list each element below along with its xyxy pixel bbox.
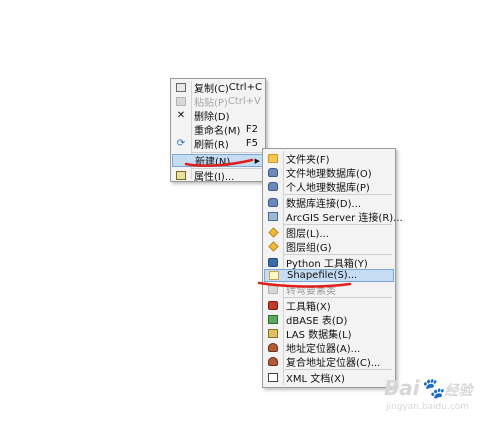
menu-item-label: dBASE 表(D) <box>286 316 348 327</box>
submenu-item-turn-feature-class[interactable]: 转弯要素类 <box>264 283 394 297</box>
menu-item-paste[interactable]: 粘贴(P) Ctrl+V <box>172 95 264 109</box>
properties-icon <box>172 169 190 182</box>
folder-icon <box>264 152 282 165</box>
menu-item-rename[interactable]: 重命名(M) F2 <box>172 123 264 137</box>
submenu-item-python-toolbox[interactable]: Python 工具箱(Y) <box>264 256 394 270</box>
shapefile-icon <box>265 269 283 282</box>
watermark-url: jingyan.baidu.com <box>386 402 470 412</box>
menu-item-label: 图层(L)... <box>286 229 329 240</box>
watermark-logo: Bai🐾经验 <box>384 376 473 400</box>
menu-item-delete[interactable]: ✕ 删除(D) <box>172 109 264 123</box>
submenu-item-arcgis-server[interactable]: ArcGIS Server 连接(R)... <box>264 210 403 224</box>
submenu-item-xml-document[interactable]: XML 文档(X) <box>264 371 394 385</box>
address-locator-icon <box>264 341 282 354</box>
menu-item-label: 复合地址定位器(C)... <box>286 358 381 369</box>
submenu-item-composite-locator[interactable]: 复合地址定位器(C)... <box>264 355 394 369</box>
menu-item-label: 数据库连接(D)... <box>286 199 362 210</box>
dbase-table-icon <box>264 313 282 326</box>
watermark-brand: Bai <box>384 376 420 400</box>
layer-icon <box>264 226 282 239</box>
submenu-item-file-geodatabase[interactable]: 文件地理数据库(O) <box>264 166 394 180</box>
composite-locator-icon <box>264 355 282 368</box>
copy-icon <box>172 81 190 94</box>
refresh-icon: ⟳ <box>176 137 186 149</box>
menu-item-label: Shapefile(S)... <box>287 270 358 281</box>
menu-item-label: 转弯要素类 <box>286 286 336 297</box>
menu-item-label: Python 工具箱(Y) <box>286 259 368 270</box>
menu-item-shortcut: Ctrl+C <box>228 82 262 93</box>
submenu-item-las-dataset[interactable]: LAS 数据集(L) <box>264 327 394 341</box>
xml-document-icon <box>264 371 282 384</box>
menu-item-label: 图层组(G) <box>286 243 332 254</box>
submenu-item-toolbox[interactable]: 工具箱(X) <box>264 299 394 313</box>
submenu-item-folder[interactable]: 文件夹(F) <box>264 152 394 166</box>
menu-item-label: 重命名(M) <box>194 126 241 137</box>
toolbox-icon <box>264 299 282 312</box>
menu-item-label: 工具箱(X) <box>286 302 331 313</box>
menu-item-shortcut: F2 <box>245 124 258 135</box>
submenu-item-database-connection[interactable]: 数据库连接(D)... <box>264 196 394 210</box>
submenu-arrow-icon: ▶ <box>254 157 260 165</box>
file-geodatabase-icon <box>264 166 282 179</box>
paw-icon: 🐾 <box>419 376 445 400</box>
menu-item-new[interactable]: 新建(N) ▶ <box>172 154 264 168</box>
personal-geodatabase-icon <box>264 180 282 193</box>
menu-item-properties[interactable]: 属性(I)... <box>172 169 264 183</box>
context-menu: 复制(C) Ctrl+C 粘贴(P) Ctrl+V ✕ 删除(D) 重命名(M)… <box>170 78 266 183</box>
submenu-item-shapefile[interactable]: Shapefile(S)... <box>264 269 394 282</box>
submenu-item-layer[interactable]: 图层(L)... <box>264 226 394 240</box>
menu-item-label: 文件夹(F) <box>286 155 330 166</box>
las-dataset-icon <box>264 327 282 340</box>
arcgis-server-icon <box>264 210 282 223</box>
paste-icon <box>172 95 190 108</box>
menu-item-label: 地址定位器(A)... <box>286 344 361 355</box>
annotation-overlay <box>184 158 352 288</box>
submenu-item-group-layer[interactable]: 图层组(G) <box>264 240 394 254</box>
menu-item-copy[interactable]: 复制(C) Ctrl+C <box>172 81 264 95</box>
submenu-item-dbase-table[interactable]: dBASE 表(D) <box>264 313 394 327</box>
menu-item-label: 新建(N) <box>195 157 231 168</box>
menu-item-label: LAS 数据集(L) <box>286 330 352 341</box>
menu-item-label: 复制(C) <box>194 84 229 95</box>
menu-item-label: 粘贴(P) <box>194 98 228 109</box>
menu-item-label: XML 文档(X) <box>286 374 345 385</box>
menu-item-label: 删除(D) <box>194 112 230 123</box>
menu-item-label: 文件地理数据库(O) <box>286 169 372 180</box>
python-toolbox-icon <box>264 256 282 269</box>
menu-item-label: ArcGIS Server 连接(R)... <box>286 213 403 224</box>
new-submenu: 文件夹(F) 文件地理数据库(O) 个人地理数据库(P) 数据库连接(D)...… <box>262 148 403 388</box>
menu-item-label: 属性(I)... <box>194 172 235 183</box>
menu-item-label: 刷新(R) <box>194 140 229 151</box>
submenu-item-address-locator[interactable]: 地址定位器(A)... <box>264 341 394 355</box>
submenu-item-personal-geodatabase[interactable]: 个人地理数据库(P) <box>264 180 394 194</box>
menu-item-shortcut: Ctrl+V <box>227 96 261 107</box>
menu-item-label: 个人地理数据库(P) <box>286 183 370 194</box>
turn-feature-class-icon <box>264 283 282 296</box>
menu-item-refresh[interactable]: ⟳ 刷新(R) F5 <box>172 137 264 151</box>
watermark-suffix: 经验 <box>444 383 473 399</box>
group-layer-icon <box>264 240 282 253</box>
delete-icon: ✕ <box>176 109 186 121</box>
database-connection-icon <box>264 196 282 209</box>
